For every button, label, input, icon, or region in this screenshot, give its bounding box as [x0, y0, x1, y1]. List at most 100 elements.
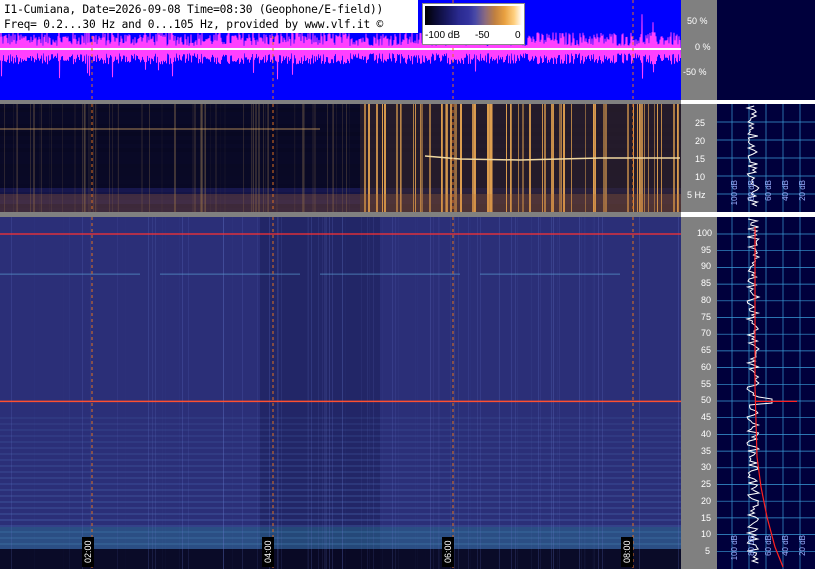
freq-tick: 60: [701, 361, 712, 372]
freq-tick: 70: [701, 328, 712, 339]
db-label: 100 dB: [730, 180, 739, 206]
spectrogram-harmonic-band: [0, 519, 681, 521]
waveform-scale-label: 0 %: [695, 42, 711, 52]
spectrogram-high-image: [0, 217, 681, 569]
colorbar-label-mid: -50: [475, 30, 490, 41]
db-label: 80 dB: [747, 535, 756, 556]
freq-tick: 40: [701, 428, 712, 439]
spectrogram-harmonic-band: [0, 459, 681, 461]
spectrogram-streak: [278, 217, 279, 569]
spectrogram-streak: [642, 217, 643, 569]
spectrogram-streak: [223, 217, 224, 569]
freq-tick: 50: [701, 395, 712, 406]
spectrogram-streak: [324, 217, 325, 569]
spectrogram-streak: [511, 217, 512, 569]
spectrogram-streak: [162, 217, 163, 569]
time-label: 06:00: [442, 537, 454, 567]
spectrogram-streak: [517, 217, 518, 569]
spectrogram-streak: [34, 217, 35, 569]
freq-tick: 80: [701, 294, 712, 305]
spectrogram-streak: [515, 217, 516, 569]
freq-tick: 85: [701, 278, 712, 289]
spectrogram-harmonic-band: [0, 465, 681, 467]
spectrogram-streak: [342, 217, 343, 569]
spectrogram-streak: [69, 217, 70, 569]
freq-tick: 30: [701, 462, 712, 473]
freq-tick: 25: [701, 479, 712, 490]
spectrogram-streak: [179, 217, 180, 569]
colorbar-label-max: 0: [515, 30, 521, 41]
spectrogram-harmonic-band: [0, 435, 681, 437]
freq-tick: 65: [701, 345, 712, 356]
spectrogram-streak: [581, 217, 582, 569]
spectrogram-harmonic-band: [0, 423, 681, 425]
spectrogram-streak: [592, 217, 593, 569]
freq-tick: 5: [705, 546, 711, 556]
spectrogram-low-image: [0, 104, 681, 212]
freq-tick: 95: [701, 244, 712, 255]
spectrogram-harmonic-band: [0, 477, 681, 479]
spectrogram-streak: [369, 217, 370, 569]
spectrogram-low-band: [0, 527, 681, 549]
spectrogram-streak: [345, 217, 346, 569]
spectrogram-streak: [325, 217, 326, 569]
spectrum-trace: [745, 218, 773, 564]
db-label: 100 dB: [730, 535, 739, 561]
colorbar-label-min: -100 dB: [425, 30, 461, 41]
spectrogram-streak: [277, 217, 278, 569]
db-label: 40 dB: [781, 535, 790, 556]
spectrogram-streak: [425, 217, 426, 569]
spectrogram-streak: [498, 217, 499, 569]
spectrogram-streak: [165, 217, 166, 569]
waveform-right-panel: [717, 0, 815, 100]
spectrogram-streak: [242, 217, 243, 569]
freq-tick: 45: [701, 412, 712, 423]
vlf-monitor-screen: I1-Cumiana, Date=2026-09-08 Time=08:30 (…: [0, 0, 815, 569]
header-title: I1-Cumiana, Date=2026-09-08 Time=08:30 (…: [4, 3, 384, 16]
spectrogram-streak: [540, 217, 541, 569]
spectrogram-streak: [269, 217, 270, 569]
spectrogram-streak: [281, 217, 282, 569]
spectrogram-streak: [433, 217, 434, 569]
spectrogram-streak: [329, 217, 330, 569]
spectrogram-streak: [398, 217, 399, 569]
spectrogram-streak: [373, 217, 374, 569]
spectrogram-streak: [148, 217, 149, 569]
spectrogram-streak: [430, 217, 431, 569]
spectrogram-streak: [584, 217, 585, 569]
header-box: I1-Cumiana, Date=2026-09-08 Time=08:30 (…: [0, 0, 418, 33]
freq-tick: 15: [701, 512, 712, 523]
freq-tick: 90: [701, 261, 712, 272]
spectrogram-streak: [152, 217, 153, 569]
spectrogram-streak: [551, 217, 552, 569]
spectrogram-floor: [0, 549, 681, 569]
spectrogram-streak: [602, 217, 603, 569]
spectrogram-low-band: [0, 194, 681, 212]
spectrogram-streak: [395, 217, 396, 569]
spectrogram-streak: [28, 217, 29, 569]
spectrogram-streak: [117, 217, 118, 569]
spectrogram-high: 02:00 04:00 06:00 08:00: [0, 217, 681, 569]
spectrogram-streak: [90, 217, 91, 569]
spectrogram-streak: [579, 217, 580, 569]
db-label: 80 dB: [747, 180, 756, 201]
time-label: 04:00: [262, 537, 274, 567]
spectrum-low-panel: 100 dB 80 dB 60 dB 40 dB 20 dB: [717, 104, 815, 212]
spectrogram-streak: [155, 217, 156, 569]
spectrogram-harmonic-band: [0, 513, 681, 515]
db-label: 40 dB: [781, 180, 790, 201]
spectrogram-streak: [182, 217, 183, 569]
time-label: 02:00: [82, 537, 94, 567]
spectrogram-harmonic-band: [0, 453, 681, 455]
spectrogram-streak: [257, 217, 258, 569]
spectrogram-streak: [438, 217, 439, 569]
spectrogram-streak: [417, 217, 418, 569]
time-label: 08:00: [621, 537, 633, 567]
spectrogram-streak: [639, 217, 640, 569]
spectrogram-harmonic-band: [0, 417, 681, 419]
spectrogram-streak: [361, 217, 362, 569]
waveform-scale: 50 % 0 % -50 %: [681, 0, 717, 100]
spectrogram-high-scale: 100 95 90 85 80 75 70 65 60 55 50 45 40 35 30 25 20 15 10 5: [681, 217, 717, 569]
spectrogram-streak: [598, 217, 599, 569]
spectrogram-streak: [392, 217, 393, 569]
